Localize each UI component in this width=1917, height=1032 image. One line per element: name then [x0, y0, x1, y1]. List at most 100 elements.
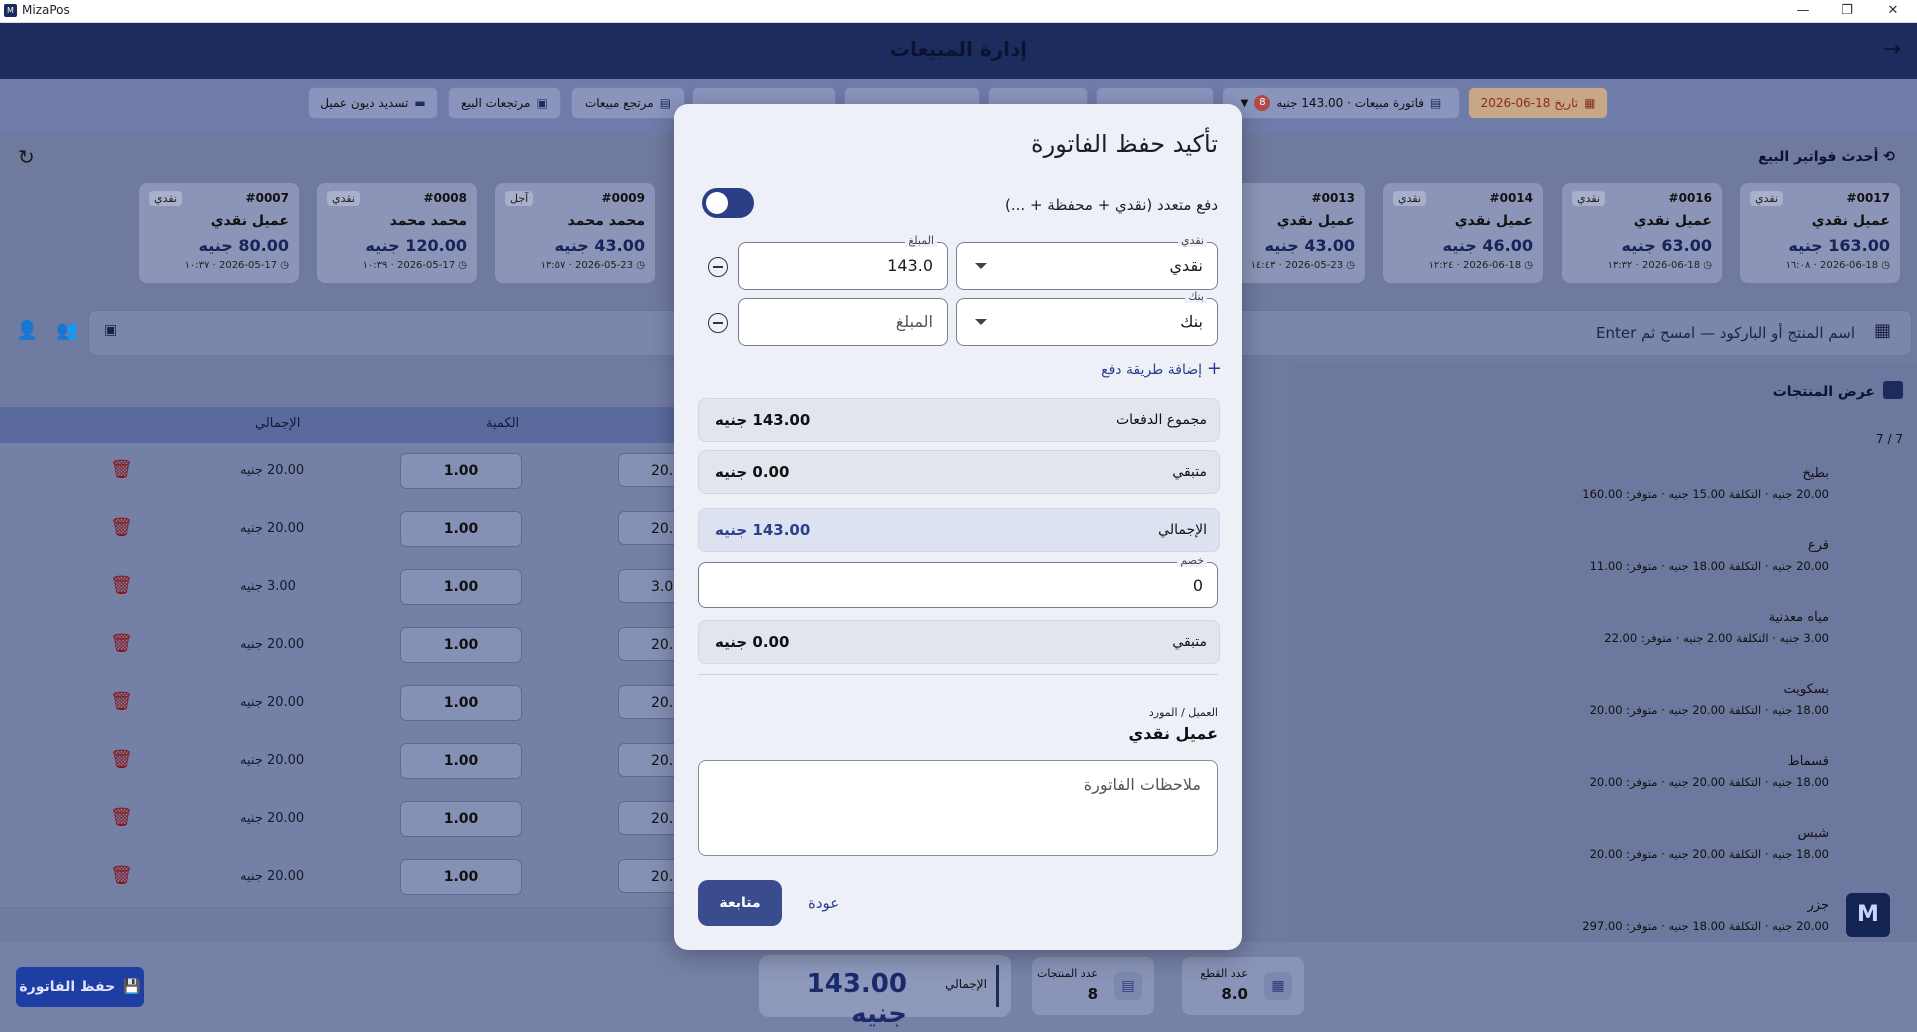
invoice-date: ◷ 2026-06-18 · ١٣:٣٢: [1607, 260, 1712, 271]
invoice-type-dropdown[interactable]: ▤ فاتورة مبيعات · 143.00 جنيه 8 ▼: [1222, 87, 1460, 119]
invoice-card[interactable]: #0009 آجل محمد محمد 43.00 جنيه ◷ 2026-05-23 …: [495, 183, 655, 283]
invoice-customer: محمد محمد: [389, 213, 467, 229]
accent-bar: [996, 965, 999, 1007]
row-total: 20.00 جنيه: [240, 753, 305, 768]
trash-icon[interactable]: 🗑: [110, 691, 133, 712]
continue-button[interactable]: متابعة: [698, 880, 782, 926]
payment-method-select-1[interactable]: نقدي نقدي: [956, 234, 1218, 290]
customer-debt-button[interactable]: ▬ تسديد ديون عميل: [308, 87, 438, 119]
product-detail: 20.00 جنيه · التكلفة 18.00 جنيه · متوفر:…: [1589, 559, 1829, 573]
trash-icon[interactable]: 🗑: [110, 633, 133, 654]
quantity-input[interactable]: 1.00: [400, 511, 522, 547]
row-total: 20.00 جنيه: [240, 695, 305, 710]
row-total: 20.00 جنيه: [240, 637, 305, 652]
discount-input[interactable]: خصم 0: [698, 554, 1218, 608]
product-item[interactable]: بطيخ 20.00 جنيه · التكلفة 15.00 جنيه · مت…: [1329, 466, 1829, 501]
maximize-button[interactable]: ❐: [1824, 0, 1870, 22]
close-button[interactable]: ✕: [1870, 0, 1916, 22]
trash-icon[interactable]: 🗑: [110, 517, 133, 538]
product-item[interactable]: بسكويت 18.00 جنيه · التكلفة 20.00 جنيه · …: [1329, 682, 1829, 717]
payment-type-badge: نقدي: [1572, 191, 1606, 206]
trash-icon[interactable]: 🗑: [110, 807, 133, 828]
product-item[interactable]: قرع 20.00 جنيه · التكلفة 18.00 جنيه · متو…: [1329, 538, 1829, 573]
quantity-input[interactable]: 1.00: [400, 801, 522, 837]
trash-icon[interactable]: 🗑: [110, 865, 133, 886]
quantity-input[interactable]: 1.00: [400, 685, 522, 721]
quantity-input[interactable]: 1.00: [400, 453, 522, 489]
row-total: 20.00 جنيه: [240, 811, 305, 826]
invoice-customer: محمد محمد: [567, 213, 645, 229]
add-user-icon[interactable]: 👤: [16, 320, 38, 341]
invoice-badge: 8: [1254, 95, 1271, 111]
back-arrow-icon[interactable]: →: [1883, 37, 1901, 62]
remove-payment-icon[interactable]: [708, 313, 728, 333]
remove-payment-icon[interactable]: [708, 257, 728, 277]
invoice-card[interactable]: #0016 نقدي عميل نقدي 63.00 جنيه ◷ 2026-06-18…: [1562, 183, 1722, 283]
trash-icon[interactable]: 🗑: [110, 459, 133, 480]
date-chip[interactable]: ▦ تاريخ 18-06-2026: [1468, 87, 1608, 119]
sales-return-button[interactable]: ▤ مرتجع مبيعات: [571, 87, 685, 119]
save-invoice-button[interactable]: 💾 حفظ الفاتورة: [16, 967, 144, 1007]
invoice-card[interactable]: #0017 نقدي عميل نقدي 163.00 جنيه ◷ 2026-06-1…: [1740, 183, 1900, 283]
refresh-icon[interactable]: ↻: [18, 145, 35, 169]
product-item[interactable]: جزر 20.00 جنيه · التكلفة 18.00 جنيه · متو…: [1329, 898, 1829, 933]
product-item[interactable]: شبس 18.00 جنيه · التكلفة 20.00 جنيه · متو…: [1329, 826, 1829, 861]
search-placeholder: اسم المنتج أو الباركود — امسح ثم Enter: [1596, 324, 1855, 342]
quantity-input[interactable]: 1.00: [400, 569, 522, 605]
back-button[interactable]: عودة: [808, 894, 839, 912]
product-item[interactable]: قسماط 18.00 جنيه · التكلفة 20.00 جنيه · م…: [1329, 754, 1829, 789]
payment-amount-input-1[interactable]: المبلغ 143.0: [738, 234, 948, 290]
invoice-card[interactable]: #0008 نقدي محمد محمد 120.00 جنيه ◷ 2026-05-1…: [317, 183, 477, 283]
clock-icon: ◷: [1700, 260, 1712, 271]
product-name: شبس: [1797, 826, 1829, 841]
invoice-date: ◷ 2026-06-18 · ١٢:٢٤: [1428, 260, 1533, 271]
users-icon[interactable]: 👥: [56, 320, 78, 341]
invoice-number: #0013: [1311, 191, 1355, 205]
plus-icon[interactable]: +: [1207, 358, 1222, 379]
payment-amount-input-2[interactable]: المبلغ: [738, 298, 948, 346]
clock-icon: ◷: [277, 260, 289, 271]
sale-returns-button[interactable]: ▣ مرتجعات البيع: [448, 87, 561, 119]
clock-icon: ◷: [633, 260, 645, 271]
divider: [698, 674, 1218, 675]
invoice-notes-textarea[interactable]: ملاحظات الفاتورة: [698, 760, 1218, 856]
invoice-date: ◷ 2026-05-17 · ١٠:٣٧: [184, 260, 289, 271]
grid-icon: ▦: [1264, 972, 1292, 1000]
add-payment-link[interactable]: إضافة طريقة دفع: [1101, 362, 1202, 378]
multi-payment-label: دفع متعدد (نقدي + محفظة + ...): [1005, 196, 1218, 214]
invoice-number: #0016: [1668, 191, 1712, 205]
mizapos-logo: M: [1846, 893, 1890, 937]
products-count: 7 / 7: [1876, 432, 1903, 446]
quantity-input[interactable]: 1.00: [400, 743, 522, 779]
minimize-button[interactable]: —: [1780, 0, 1826, 22]
product-detail: 3.00 جنيه · التكلفة 2.00 جنيه · متوفر: 2…: [1604, 631, 1829, 645]
multi-payment-toggle[interactable]: [702, 188, 754, 218]
quantity-input[interactable]: 1.00: [400, 627, 522, 663]
payment-method-select-2[interactable]: بنك بنك: [956, 290, 1218, 346]
grand-total-value: 143.00 جنيه: [806, 969, 907, 1029]
chevron-down-icon: [975, 263, 987, 269]
invoice-card[interactable]: #0014 نقدي عميل نقدي 46.00 جنيه ◷ 2026-06-18…: [1383, 183, 1543, 283]
product-name: بسكويت: [1783, 682, 1830, 697]
qr-scan-icon[interactable]: ▦: [1874, 320, 1891, 341]
column-total: الإجمالي: [255, 416, 301, 431]
quantity-input[interactable]: 1.00: [400, 859, 522, 895]
cash-icon[interactable]: ▣: [104, 322, 117, 338]
product-item[interactable]: مياه معدنية 3.00 جنيه · التكلفة 2.00 جنيه…: [1329, 610, 1829, 645]
invoice-customer: عميل نقدي: [1276, 213, 1355, 229]
pieces-value: 8.0: [1221, 985, 1248, 1003]
customer-debt-label: تسديد ديون عميل: [320, 96, 409, 110]
invoice-date: ◷ 2026-05-17 · ١٠:٣٩: [362, 260, 467, 271]
remaining-row: متبقي 0.00 جنيه: [698, 450, 1220, 494]
payment-type-badge: نقدي: [149, 191, 183, 206]
return-invoice-icon: ▤: [659, 96, 672, 110]
invoice-card[interactable]: #0007 نقدي عميل نقدي 80.00 جنيه ◷ 2026-05-17…: [139, 183, 299, 283]
row-total: 20.00 جنيه: [240, 521, 305, 536]
table-row: 🗑 3.00 جنيه 1.00 3.0: [0, 559, 688, 618]
dialog-title: تأكيد حفظ الفاتورة: [1031, 130, 1218, 158]
invoice-amount: 43.00 جنيه: [1264, 236, 1355, 255]
box-icon: [1883, 381, 1903, 399]
invoice-customer: عميل نقدي: [210, 213, 289, 229]
trash-icon[interactable]: 🗑: [110, 749, 133, 770]
trash-icon[interactable]: 🗑: [110, 575, 133, 596]
